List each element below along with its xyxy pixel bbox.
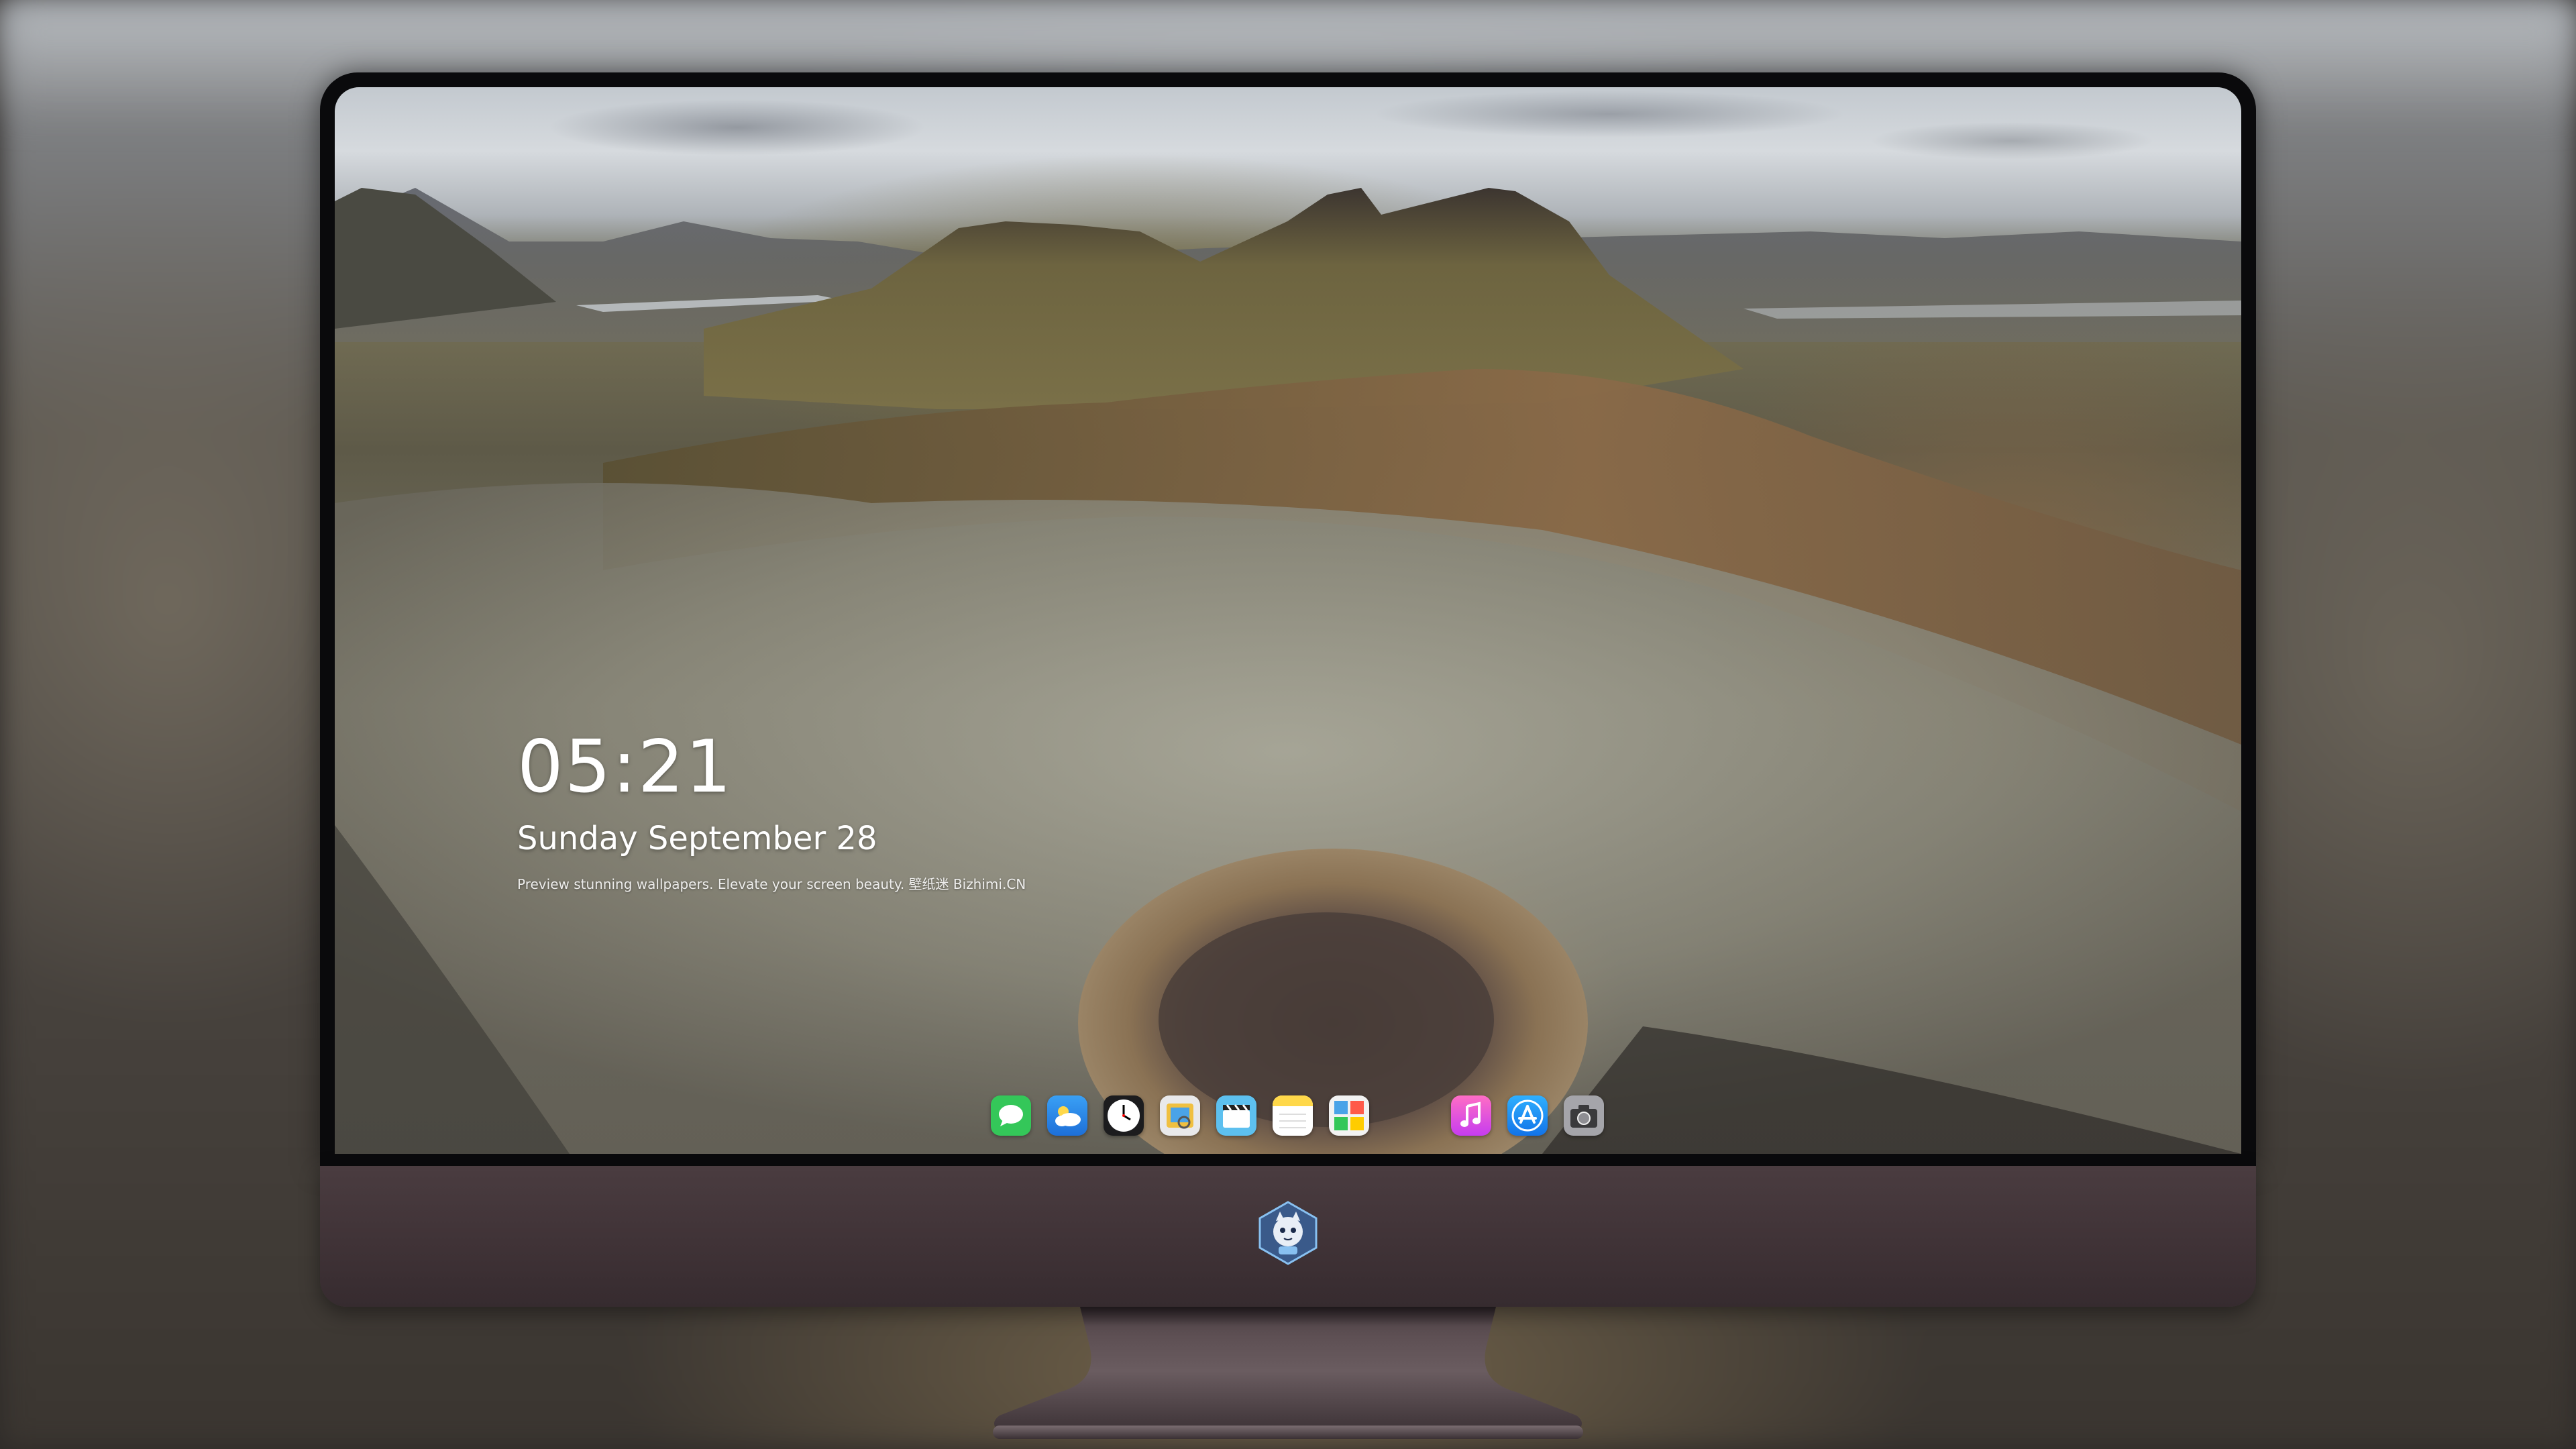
notes-icon[interactable]: [1273, 1095, 1313, 1136]
scene: 05:21 Sunday September 28 Preview stunni…: [0, 0, 2576, 1449]
weather-icon[interactable]: [1047, 1095, 1087, 1136]
dock-spacer: [1385, 1112, 1451, 1119]
landscape-wallpaper: [335, 188, 2241, 1154]
messages-icon[interactable]: [991, 1095, 1031, 1136]
clips-icon[interactable]: [1216, 1095, 1256, 1136]
lock-screen-info: 05:21 Sunday September 28 Preview stunni…: [517, 725, 1026, 892]
camera-icon[interactable]: [1564, 1095, 1604, 1136]
clock-time: 05:21: [517, 725, 733, 809]
wallpaper-tagline: Preview stunning wallpapers. Elevate you…: [517, 876, 1026, 892]
brand-logo-icon: [1258, 1201, 1318, 1265]
app-store-icon[interactable]: [1507, 1095, 1548, 1136]
preview-icon[interactable]: [1160, 1095, 1200, 1136]
dock: [991, 1090, 1620, 1141]
clock-icon[interactable]: [1104, 1095, 1144, 1136]
board-icon[interactable]: [1329, 1095, 1369, 1136]
monitor-bezel: 05:21 Sunday September 28 Preview stunni…: [320, 72, 2256, 1166]
monitor: 05:21 Sunday September 28 Preview stunni…: [320, 72, 2256, 1307]
music-icon[interactable]: [1451, 1095, 1491, 1136]
clock-date: Sunday September 28: [517, 820, 877, 857]
lock-screen[interactable]: 05:21 Sunday September 28 Preview stunni…: [335, 87, 2241, 1154]
